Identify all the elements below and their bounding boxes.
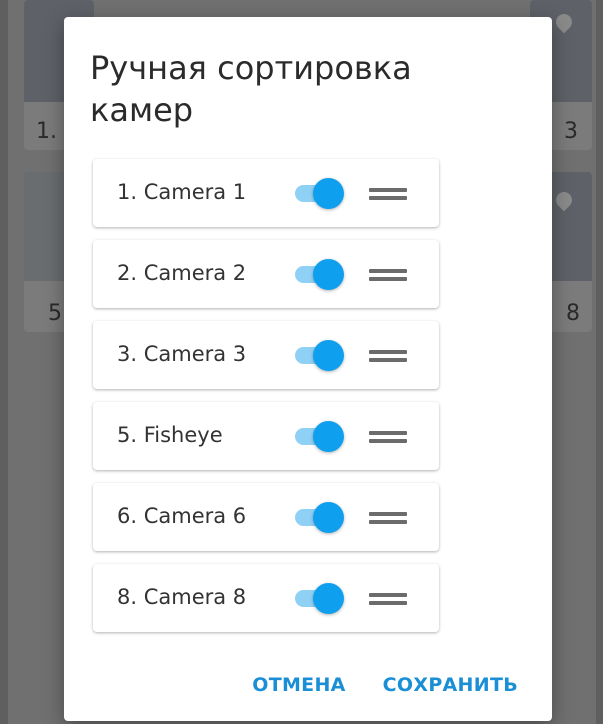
camera-label: 3. Camera 3 (117, 342, 247, 366)
drag-handle-icon[interactable] (369, 184, 409, 202)
camera-label: 6. Camera 6 (117, 504, 247, 528)
camera-visibility-toggle[interactable] (293, 583, 345, 614)
camera-visibility-toggle[interactable] (293, 421, 345, 452)
camera-visibility-toggle[interactable] (293, 178, 345, 209)
save-button[interactable]: СОХРАНИТЬ (383, 674, 518, 696)
drag-handle-icon[interactable] (369, 589, 409, 607)
camera-row[interactable]: 1. Camera 1 (93, 159, 439, 227)
dialog-actions: ОТМЕНА СОХРАНИТЬ (252, 674, 518, 696)
camera-row[interactable]: 3. Camera 3 (93, 321, 439, 389)
background-tile-number: 3 (564, 119, 578, 144)
camera-row[interactable]: 2. Camera 2 (93, 240, 439, 308)
background-tile-number: 8 (566, 301, 580, 326)
camera-list: 1. Camera 1 2. Camera 2 3. Camera 3 5. F… (93, 159, 441, 645)
camera-label: 5. Fisheye (117, 423, 223, 447)
drag-handle-icon[interactable] (369, 427, 409, 445)
drag-handle-icon[interactable] (369, 346, 409, 364)
dialog-title: Ручная сортировка камер (90, 49, 412, 129)
drag-handle-icon[interactable] (369, 508, 409, 526)
camera-visibility-toggle[interactable] (293, 502, 345, 533)
background-tile-number: 1. (36, 119, 57, 144)
camera-visibility-toggle[interactable] (293, 259, 345, 290)
cancel-button[interactable]: ОТМЕНА (252, 674, 345, 696)
camera-row[interactable]: 6. Camera 6 (93, 483, 439, 551)
camera-label: 2. Camera 2 (117, 261, 247, 285)
camera-label: 1. Camera 1 (117, 180, 247, 204)
camera-row[interactable]: 5. Fisheye (93, 402, 439, 470)
camera-visibility-toggle[interactable] (293, 340, 345, 371)
camera-row[interactable]: 8. Camera 8 (93, 564, 439, 632)
camera-sort-dialog: Ручная сортировка камер 1. Camera 1 2. C… (64, 17, 552, 721)
camera-label: 8. Camera 8 (117, 585, 247, 609)
background-tile-number: 5 (48, 301, 62, 326)
drag-handle-icon[interactable] (369, 265, 409, 283)
